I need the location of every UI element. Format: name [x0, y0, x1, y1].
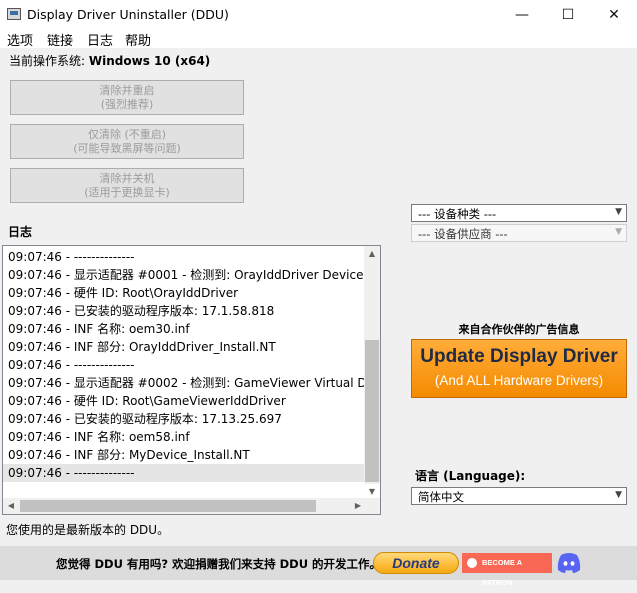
log-line[interactable]: 09:07:46 - INF 名称: oem58.inf: [8, 428, 190, 446]
device-type-value: --- 设备种类 ---: [418, 207, 497, 221]
log-line[interactable]: 09:07:46 - --------------: [8, 248, 134, 266]
maximize-button[interactable]: ☐: [545, 0, 591, 30]
os-info: 当前操作系统: Windows 10 (x64): [9, 52, 210, 69]
status-text: 您使用的是最新版本的 DDU。: [6, 523, 170, 537]
scroll-corner: [364, 498, 380, 514]
clean-shutdown-label: 清除并关机: [99, 172, 155, 185]
device-vendor-value: --- 设备供应商 ---: [418, 227, 508, 241]
minimize-button[interactable]: —: [499, 0, 545, 30]
clean-shutdown-button[interactable]: 清除并关机 (适用于更换显卡): [10, 168, 244, 203]
log-vertical-scrollbar[interactable]: ▲ ▼: [364, 246, 380, 496]
menu-options[interactable]: 选项: [7, 30, 33, 49]
log-line[interactable]: 09:07:46 - 硬件 ID: Root\OrayIddDriver: [8, 284, 238, 302]
log-line[interactable]: 09:07:46 - --------------: [8, 464, 134, 482]
scroll-up-icon[interactable]: ▲: [364, 246, 380, 262]
log-line[interactable]: 09:07:46 - 已安装的驱动程序版本: 17.1.58.818: [8, 302, 274, 320]
window-title: Display Driver Uninstaller (DDU): [27, 7, 229, 22]
log-list[interactable]: 09:07:46 - -------------- 09:07:46 - 显示适…: [2, 245, 381, 515]
device-type-select[interactable]: --- 设备种类 --- ▼: [411, 204, 627, 222]
device-vendor-select[interactable]: --- 设备供应商 --- ▼: [411, 224, 627, 242]
log-horizontal-scrollbar[interactable]: ◀ ▶: [3, 498, 366, 514]
log-line[interactable]: 09:07:46 - --------------: [8, 356, 134, 374]
menu-log[interactable]: 日志: [87, 30, 113, 49]
close-button[interactable]: ✕: [591, 0, 637, 30]
log-line[interactable]: 09:07:46 - INF 部分: OrayIddDriver_Install…: [8, 338, 276, 356]
clean-no-restart-button[interactable]: 仅清除 (不重启) (可能导致黑屏等问题): [10, 124, 244, 159]
menu-bar: 选项 链接 日志 帮助: [0, 30, 637, 49]
log-heading: 日志: [8, 225, 33, 239]
menu-links[interactable]: 链接: [47, 30, 73, 49]
ad-title: Update Display Driver: [420, 346, 618, 367]
log-line[interactable]: 09:07:46 - 显示适配器 #0001 - 检测到: OrayIddDri…: [8, 266, 363, 284]
language-select[interactable]: 简体中文 ▼: [411, 487, 627, 505]
chevron-down-icon: ▼: [615, 490, 622, 500]
chevron-down-icon: ▼: [615, 227, 622, 237]
scroll-thumb[interactable]: [365, 340, 379, 482]
log-line[interactable]: 09:07:46 - 显示适配器 #0002 - 检测到: GameViewer…: [8, 374, 366, 392]
ad-label: 来自合作伙伴的广告信息: [458, 323, 580, 336]
app-icon: [7, 8, 21, 20]
clean-restart-button[interactable]: 清除并重启 (强烈推荐): [10, 80, 244, 115]
patreon-icon: [467, 558, 477, 568]
log-line[interactable]: 09:07:46 - INF 名称: oem30.inf: [8, 320, 190, 338]
log-line[interactable]: 09:07:46 - 已安装的驱动程序版本: 17.13.25.697: [8, 410, 282, 428]
footer: 您觉得 DDU 有用吗? 欢迎捐赠我们来支持 DDU 的开发工作。 Donate…: [0, 546, 637, 587]
chevron-down-icon: ▼: [615, 207, 622, 217]
clean-restart-label: 清除并重启: [99, 84, 155, 97]
log-line[interactable]: 09:07:46 - INF 部分: MyDevice_Install.NT: [8, 446, 250, 464]
clean-no-restart-note: (可能导致黑屏等问题): [73, 142, 181, 155]
log-line[interactable]: 09:07:46 - 硬件 ID: Root\GameViewerIddDriv…: [8, 392, 286, 410]
discord-icon[interactable]: [556, 551, 582, 575]
os-value: Windows 10 (x64): [88, 54, 211, 68]
os-label: 当前操作系统:: [9, 54, 86, 68]
patreon-button[interactable]: BECOME A PATRON: [462, 553, 552, 587]
clean-no-restart-label: 仅清除 (不重启): [87, 128, 167, 141]
clean-shutdown-note: (适用于更换显卡): [84, 186, 170, 199]
scroll-left-icon[interactable]: ◀: [3, 498, 19, 514]
donate-button[interactable]: Donate: [373, 552, 459, 574]
log-lines: 09:07:46 - -------------- 09:07:46 - 显示适…: [3, 246, 366, 484]
ad-banner[interactable]: Update Display Driver (And ALL Hardware …: [411, 339, 627, 398]
menu-help[interactable]: 帮助: [125, 30, 151, 49]
clean-restart-note: (强烈推荐): [100, 98, 154, 111]
footer-text: 您觉得 DDU 有用吗? 欢迎捐赠我们来支持 DDU 的开发工作。: [56, 557, 382, 571]
language-value: 简体中文: [418, 490, 464, 504]
language-label: 语言 (Language):: [415, 469, 526, 483]
ad-subtitle: (And ALL Hardware Drivers): [434, 373, 604, 388]
title-bar: Display Driver Uninstaller (DDU) — ☐ ✕: [0, 0, 637, 30]
scroll-thumb[interactable]: [20, 500, 316, 512]
patreon-label: BECOME A PATRON: [482, 558, 522, 587]
